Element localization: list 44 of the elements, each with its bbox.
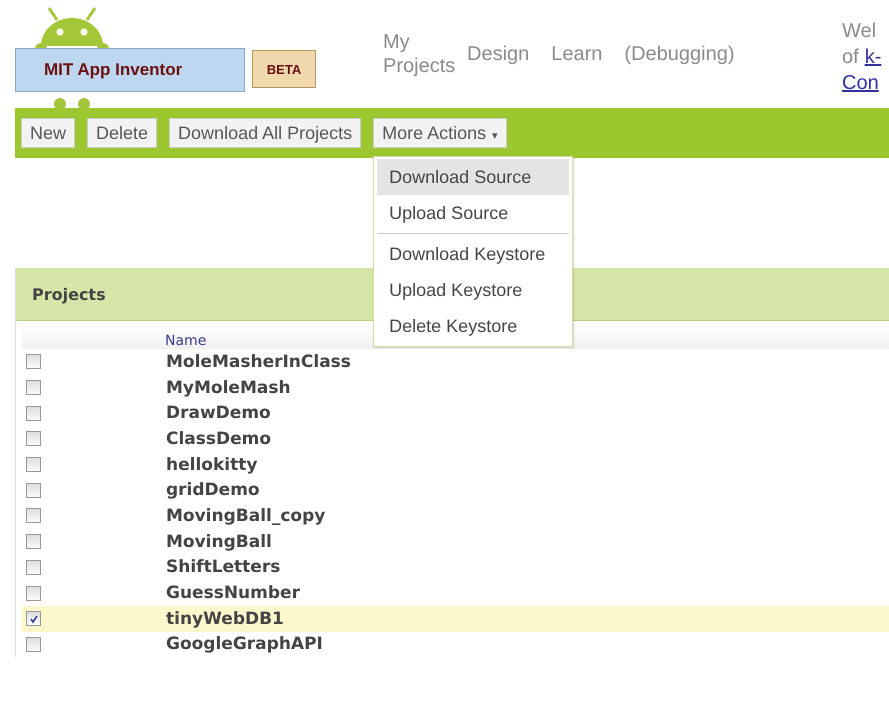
toolbar-button[interactable]: Download All Projects <box>169 118 362 148</box>
menu-item[interactable]: Download Source <box>377 159 570 195</box>
project-name[interactable]: DrawDemo <box>166 403 271 424</box>
checkbox[interactable] <box>26 586 41 601</box>
more-actions-button[interactable]: More Actions ▾ <box>373 118 508 148</box>
project-name[interactable]: hellokitty <box>166 454 258 475</box>
checkbox[interactable] <box>26 636 41 652</box>
checkbox[interactable] <box>26 431 41 446</box>
column-header[interactable]: Name <box>165 333 206 349</box>
checkbox[interactable] <box>26 560 41 575</box>
panel-title: Projects <box>32 284 106 304</box>
menu-item[interactable]: Upload Keystore <box>377 272 570 308</box>
menu-item[interactable]: Delete Keystore <box>377 308 570 344</box>
menu-item[interactable]: Download Keystore <box>377 236 570 272</box>
checkmark-icon <box>28 614 38 624</box>
checkbox[interactable] <box>26 611 41 626</box>
project-name[interactable]: GuessNumber <box>166 583 300 604</box>
project-name[interactable]: MoleMasherInClass <box>166 352 351 372</box>
welcome-text: of <box>842 45 859 70</box>
toolbar-button[interactable]: New <box>21 118 76 148</box>
project-name[interactable]: MyMoleMash <box>166 378 291 398</box>
project-name[interactable]: gridDemo <box>166 480 260 500</box>
checkbox[interactable] <box>26 380 41 396</box>
project-name[interactable]: MovingBall <box>166 532 272 552</box>
project-name[interactable]: ClassDemo <box>166 428 272 449</box>
user-link[interactable]: k- <box>864 44 882 70</box>
project-name[interactable]: ShiftLetters <box>166 557 280 578</box>
checkbox[interactable] <box>26 534 41 550</box>
project-name[interactable]: GoogleGraphAPI <box>166 634 323 654</box>
checkbox[interactable] <box>26 354 41 370</box>
welcome-text: Wel <box>842 19 878 44</box>
contact-link[interactable]: Con <box>842 70 889 96</box>
caret-icon: ▾ <box>492 130 498 142</box>
checkbox[interactable] <box>26 508 41 524</box>
beta-badge: BETA <box>252 50 316 88</box>
project-name[interactable]: MovingBall_copy <box>166 506 326 526</box>
selected-row[interactable]: tinyWebDB1 <box>22 606 889 632</box>
toolbar-button[interactable]: Delete <box>87 118 158 148</box>
checkbox[interactable] <box>26 482 41 498</box>
menu-item[interactable]: Upload Source <box>377 195 570 231</box>
logo-title: MIT App Inventor <box>15 48 245 92</box>
project-name[interactable]: tinyWebDB1 <box>166 608 284 629</box>
checkbox[interactable] <box>26 457 41 472</box>
checkbox[interactable] <box>26 406 41 421</box>
